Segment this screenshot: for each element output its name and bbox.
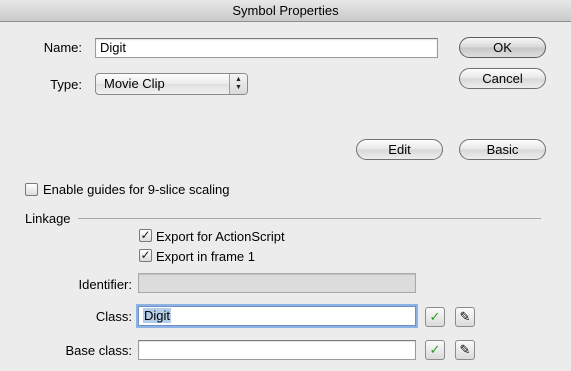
edit-base-class-button[interactable]: ✎: [455, 340, 475, 360]
class-input-value: Digit: [143, 308, 172, 323]
guides-checkbox[interactable]: [25, 183, 38, 196]
export-actionscript-label: Export for ActionScript: [156, 229, 285, 244]
name-input[interactable]: Digit: [95, 38, 438, 58]
checkmark-icon: ✓: [140, 228, 151, 242]
export-frame1-checkbox[interactable]: ✓: [139, 249, 152, 262]
class-label: Class:: [95, 309, 132, 324]
edit-button[interactable]: Edit: [356, 139, 443, 160]
base-class-input[interactable]: [138, 340, 416, 360]
cancel-button[interactable]: Cancel: [459, 68, 546, 89]
pencil-icon: ✎: [459, 309, 471, 324]
edit-class-button[interactable]: ✎: [455, 307, 475, 327]
ok-button[interactable]: OK: [459, 37, 546, 58]
validate-class-button[interactable]: ✓: [425, 307, 445, 327]
linkage-divider: [78, 218, 541, 219]
base-class-label: Base class:: [65, 343, 132, 358]
export-actionscript-checkbox[interactable]: ✓: [139, 229, 152, 242]
title-bar: Symbol Properties: [0, 0, 571, 22]
name-label: Name:: [43, 40, 82, 55]
validate-base-class-button[interactable]: ✓: [425, 340, 445, 360]
type-label: Type:: [50, 77, 82, 92]
guides-label: Enable guides for 9-slice scaling: [43, 182, 230, 197]
window-title: Symbol Properties: [232, 3, 339, 18]
checkmark-icon: ✓: [429, 309, 441, 324]
basic-button[interactable]: Basic: [459, 139, 546, 160]
linkage-header: Linkage: [25, 211, 71, 226]
type-select-value: Movie Clip: [104, 76, 165, 91]
up-down-arrows-icon: ▲ ▼: [229, 74, 247, 94]
checkmark-icon: ✓: [140, 248, 151, 262]
identifier-input: [138, 273, 416, 293]
pencil-icon: ✎: [459, 342, 471, 357]
class-input[interactable]: Digit: [138, 306, 416, 326]
type-select[interactable]: Movie Clip ▲ ▼: [95, 73, 248, 95]
identifier-label: Identifier:: [78, 277, 132, 292]
checkmark-icon: ✓: [429, 342, 441, 357]
export-frame1-label: Export in frame 1: [156, 249, 255, 264]
